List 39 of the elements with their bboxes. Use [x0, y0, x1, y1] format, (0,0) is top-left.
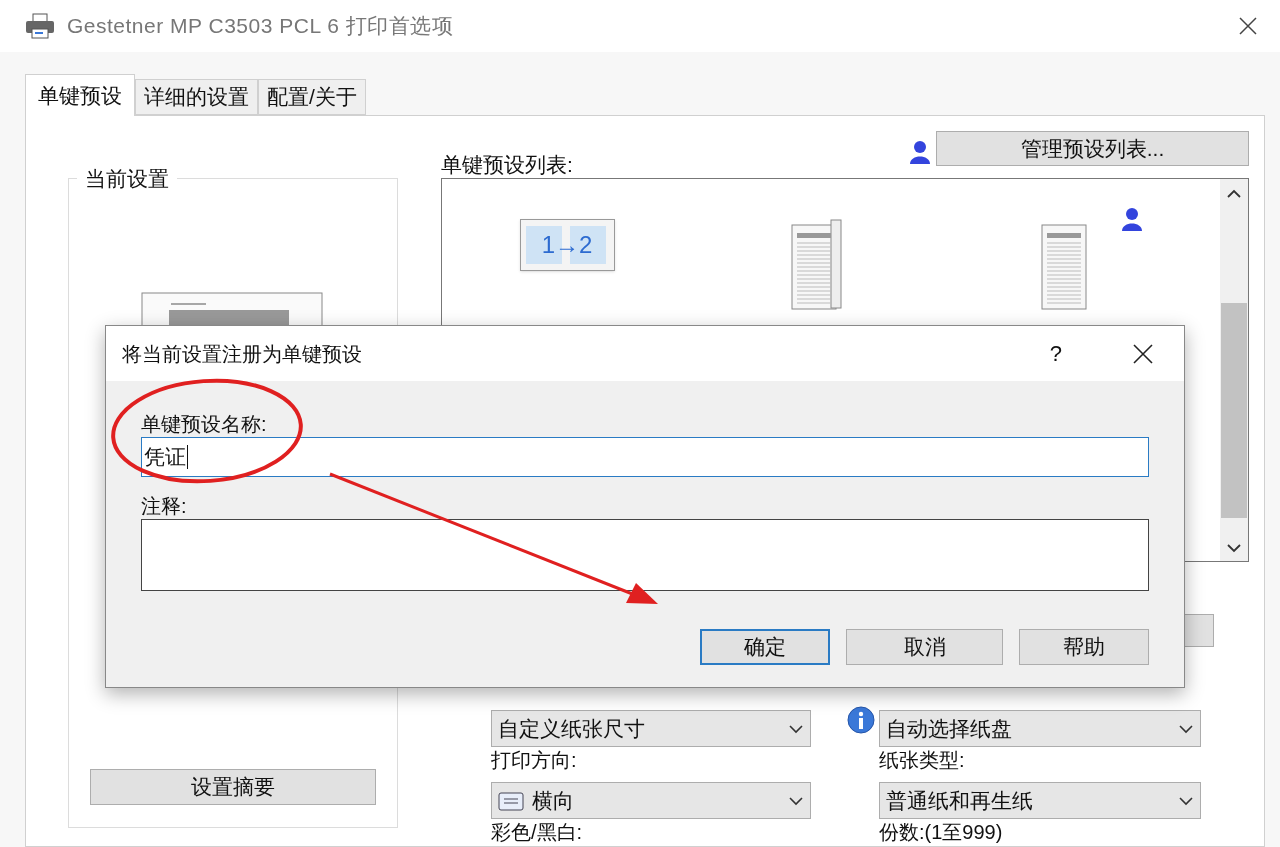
name-field[interactable]: 凭证: [141, 437, 1149, 477]
document-icon: [791, 219, 843, 311]
field-label: 单键预设名称:: [141, 412, 268, 437]
window-title: Gestetner MP C3503 PCL 6 打印首选项: [67, 13, 454, 40]
tab[interactable]: 配置/关于: [258, 79, 366, 115]
field-label: 纸张类型:: [879, 748, 966, 773]
close-icon[interactable]: [1238, 16, 1258, 36]
summary-button[interactable]: 设置摘要: [90, 769, 376, 805]
dialog-button[interactable]: 帮助: [1019, 629, 1149, 665]
tab[interactable]: 单键预设: [25, 74, 135, 116]
scroll-up-icon[interactable]: [1227, 189, 1241, 199]
chevron-down-icon: [788, 795, 804, 806]
dialog-title: 将当前设置注册为单键预设: [122, 341, 362, 367]
chevron-down-icon: [788, 723, 804, 734]
scroll-down-icon[interactable]: [1227, 543, 1241, 553]
field-label: 打印方向:: [491, 748, 578, 773]
scrollbar-thumb[interactable]: [1221, 303, 1247, 518]
dropdown[interactable]: 自定义纸张尺寸: [491, 710, 811, 747]
chevron-down-icon: [1178, 795, 1194, 806]
dropdown[interactable]: 普通纸和再生纸: [879, 782, 1201, 819]
chevron-down-icon: [1178, 723, 1194, 734]
tab[interactable]: 详细的设置: [135, 79, 258, 115]
help-icon[interactable]: ?: [1049, 337, 1062, 370]
dialog-button[interactable]: 确定: [700, 629, 830, 665]
duplex-icon: 1→2: [519, 219, 615, 271]
field-label: 份数:(1至999): [879, 820, 1004, 845]
dialog-button[interactable]: 取消: [846, 629, 1003, 665]
list-label: 单键预设列表:: [441, 151, 573, 178]
dropdown[interactable]: 横向: [491, 782, 811, 819]
info-icon: [847, 706, 875, 734]
field-label: 彩色/黑白:: [491, 820, 584, 845]
close-icon[interactable]: [1132, 342, 1154, 365]
manage-presets-button[interactable]: 管理预设列表...: [936, 131, 1249, 166]
user-icon: [910, 140, 930, 164]
dropdown[interactable]: 自动选择纸盘: [879, 710, 1201, 747]
document-icon: [498, 789, 524, 812]
printer-icon: [25, 13, 55, 39]
field-label: 注释:: [141, 494, 188, 519]
comment-field[interactable]: [141, 519, 1149, 591]
